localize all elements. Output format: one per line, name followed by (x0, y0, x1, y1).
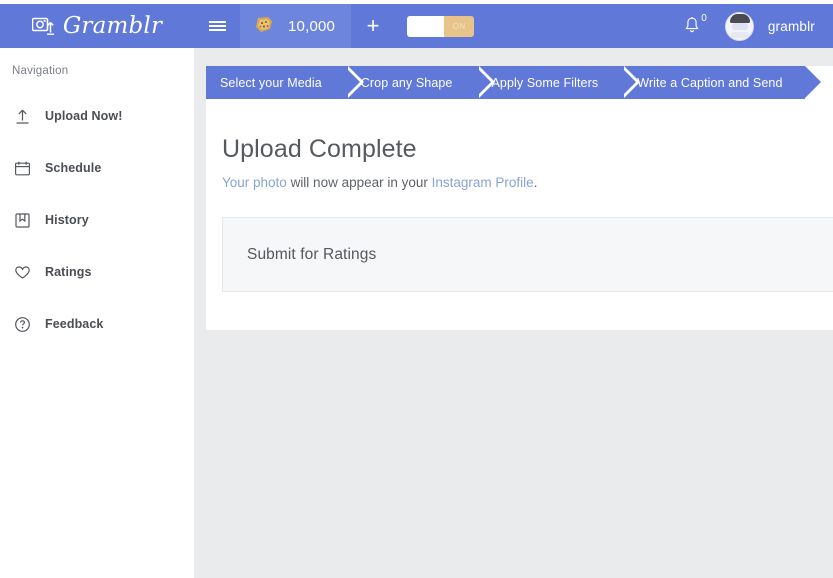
heart-icon (14, 264, 31, 281)
avatar-hair (729, 13, 750, 23)
mode-toggle-switch[interactable]: ON (407, 15, 475, 37)
avatar-body (730, 31, 749, 38)
add-coins-button[interactable]: + (351, 4, 395, 48)
sidebar-item-history[interactable]: History (0, 194, 194, 246)
sidebar-item-label: Ratings (45, 265, 92, 279)
breadcrumb: Select your Media Crop any Shape Apply S… (206, 66, 833, 99)
coin-count: 10,000 (288, 17, 336, 35)
sidebar-item-label: Feedback (45, 317, 104, 331)
subtitle-end-text: . (533, 175, 538, 190)
step-select-your-media[interactable]: Select your Media (206, 66, 364, 99)
avatar-face (731, 22, 748, 30)
camera-upload-icon (31, 17, 54, 36)
toggle-knob (407, 15, 445, 37)
notification-badge-count: 0 (701, 12, 707, 24)
submit-for-ratings-title: Submit for Ratings (247, 245, 377, 263)
main-content-card: Select your Media Crop any Shape Apply S… (206, 66, 833, 330)
sidebar: Navigation Upload Now! Schedule History … (0, 48, 194, 578)
sidebar-item-ratings[interactable]: Ratings (0, 246, 194, 298)
cookie-coin-icon (254, 15, 274, 38)
book-icon (14, 212, 31, 229)
submit-for-ratings-panel[interactable]: Submit for Ratings (222, 217, 833, 292)
step-apply-some-filters[interactable]: Apply Some Filters (474, 66, 640, 99)
subtitle-middle-text: will now appear in your (286, 175, 432, 190)
upload-arrow-icon (14, 108, 31, 125)
sidebar-item-schedule[interactable]: Schedule (0, 142, 194, 194)
avatar[interactable] (724, 11, 754, 41)
toggle-on-label: ON (444, 15, 475, 37)
sidebar-item-label: Schedule (45, 161, 102, 175)
instagram-profile-link[interactable]: Instagram Profile (432, 175, 534, 190)
hamburger-menu-icon[interactable] (194, 4, 240, 48)
page-title: Upload Complete (222, 135, 417, 163)
upload-status-text: Your photo will now appear in your Insta… (222, 175, 833, 190)
main-body: Upload Complete Your photo will now appe… (206, 99, 833, 292)
app-root: Gramblr 10,000 + ON 0 gramblr Navigation… (0, 0, 833, 578)
brand-name: Gramblr (62, 13, 163, 39)
bell-icon (684, 16, 700, 39)
sidebar-title: Navigation (12, 65, 69, 77)
sidebar-item-label: History (45, 213, 89, 227)
question-circle-icon (14, 316, 31, 333)
sidebar-nav-list: Upload Now! Schedule History Ratings Fee… (0, 90, 194, 350)
your-photo-link[interactable]: Your photo (222, 175, 287, 190)
coin-balance[interactable]: 10,000 (240, 4, 352, 48)
sidebar-item-label: Upload Now! (45, 109, 123, 123)
app-header: Gramblr 10,000 + ON 0 gramblr (0, 4, 833, 48)
brand-logo[interactable]: Gramblr (0, 4, 194, 48)
sidebar-item-upload-now[interactable]: Upload Now! (0, 90, 194, 142)
notifications-button[interactable]: 0 (684, 12, 711, 39)
calendar-icon (14, 160, 31, 177)
username-label[interactable]: gramblr (768, 19, 815, 34)
header-right-group: 0 gramblr (684, 11, 833, 41)
sidebar-item-feedback[interactable]: Feedback (0, 298, 194, 350)
step-write-a-caption-and-send[interactable]: Write a Caption and Send (620, 66, 825, 99)
